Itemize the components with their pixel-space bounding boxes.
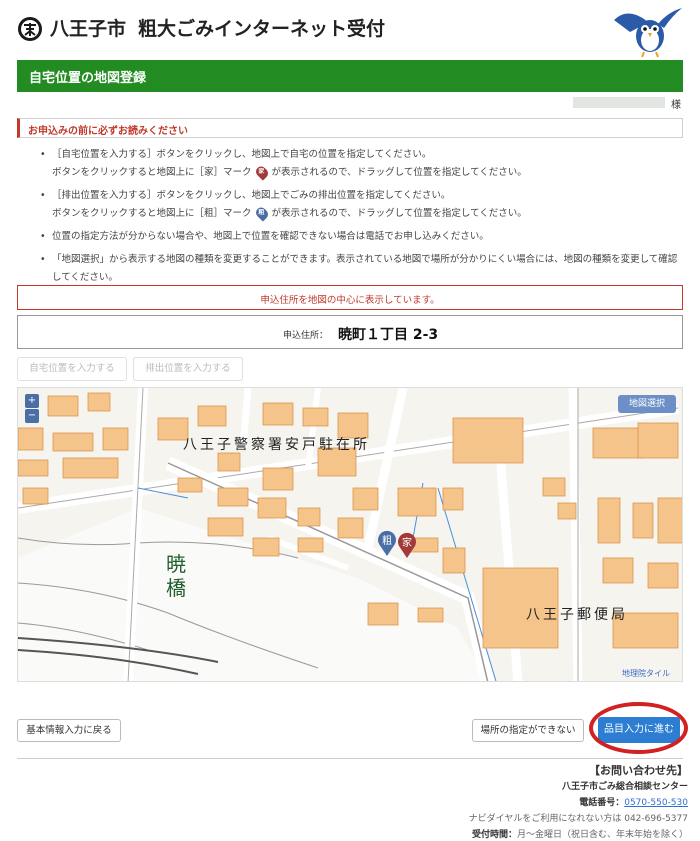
- user-honorific: 様: [671, 100, 681, 111]
- zoom-in-button[interactable]: +: [25, 394, 39, 408]
- cannot-specify-button[interactable]: 場所の指定ができない: [472, 719, 584, 742]
- back-button[interactable]: 基本情報入力に戻る: [17, 719, 121, 742]
- phone-link[interactable]: 0570-550-530: [624, 798, 688, 808]
- page-title-bar: 自宅位置の地図登録: [17, 60, 683, 92]
- map-view[interactable]: + − 地図選択 八王子警察署安戸駐在所 八王子郵便局 暁橋 粗 家 地理院タイ…: [17, 387, 683, 682]
- home-marker-icon: 家: [253, 164, 270, 181]
- highlight-circle: [589, 702, 688, 754]
- map-select-button[interactable]: 地図選択: [618, 395, 676, 413]
- disposal-marker-icon: 粗: [253, 205, 270, 222]
- zoom-out-button[interactable]: −: [25, 409, 39, 423]
- mascot-bird-icon: [614, 8, 682, 58]
- list-item: 「地図選択」から表示する地図の種類を変更することができます。表示されている地図で…: [40, 251, 680, 287]
- page-title: 自宅位置の地図登録: [29, 71, 147, 86]
- map-credit-link[interactable]: 地理院タイル: [622, 668, 670, 679]
- disposal-pin-icon[interactable]: 粗: [376, 529, 398, 557]
- svg-text:粗: 粗: [382, 535, 392, 547]
- map-canvas: [18, 388, 682, 681]
- list-item: ［自宅位置を入力する］ボタンをクリックし、地図上で自宅の位置を指定してください。…: [40, 146, 680, 182]
- map-label-bridge: 暁橋: [166, 552, 186, 600]
- set-disposal-button[interactable]: 排出位置を入力する: [133, 357, 243, 381]
- contact-info: 【お問い合わせ先】 八王子市ごみ総合相談センター 電話番号：0570-550-5…: [468, 764, 688, 840]
- map-label-police: 八王子警察署安戸駐在所: [183, 437, 370, 453]
- list-item: 位置の指定方法が分からない場合や、地図上で位置を確認できない場合は電話でお申し込…: [40, 228, 680, 246]
- site-title: 八王子市 粗大ごみインターネット受付: [50, 18, 386, 40]
- svg-text:家: 家: [402, 536, 412, 549]
- address-value: 暁町１丁目 2-3: [338, 327, 439, 343]
- set-home-button[interactable]: 自宅位置を入力する: [17, 357, 127, 381]
- address-label: 申込住所：: [283, 331, 329, 341]
- map-center-alert: 申込住所を地図の中心に表示しています。: [17, 285, 683, 310]
- instructions-list: ［自宅位置を入力する］ボタンをクリックし、地図上で自宅の位置を指定してください。…: [40, 146, 680, 292]
- divider: [17, 758, 683, 759]
- city-emblem-icon: [18, 17, 42, 41]
- site-header: 八王子市 粗大ごみインターネット受付: [0, 0, 700, 58]
- map-label-post-office: 八王子郵便局: [526, 607, 628, 623]
- home-pin-icon[interactable]: 家: [396, 531, 418, 559]
- list-item: ［排出位置を入力する］ボタンをクリックし、地図上でごみの排出位置を指定してくださ…: [40, 187, 680, 223]
- user-name-redacted: [573, 97, 665, 108]
- notice-heading: お申込みの前に必ずお読みください: [17, 118, 683, 138]
- address-panel: 申込住所： 暁町１丁目 2-3: [17, 315, 683, 349]
